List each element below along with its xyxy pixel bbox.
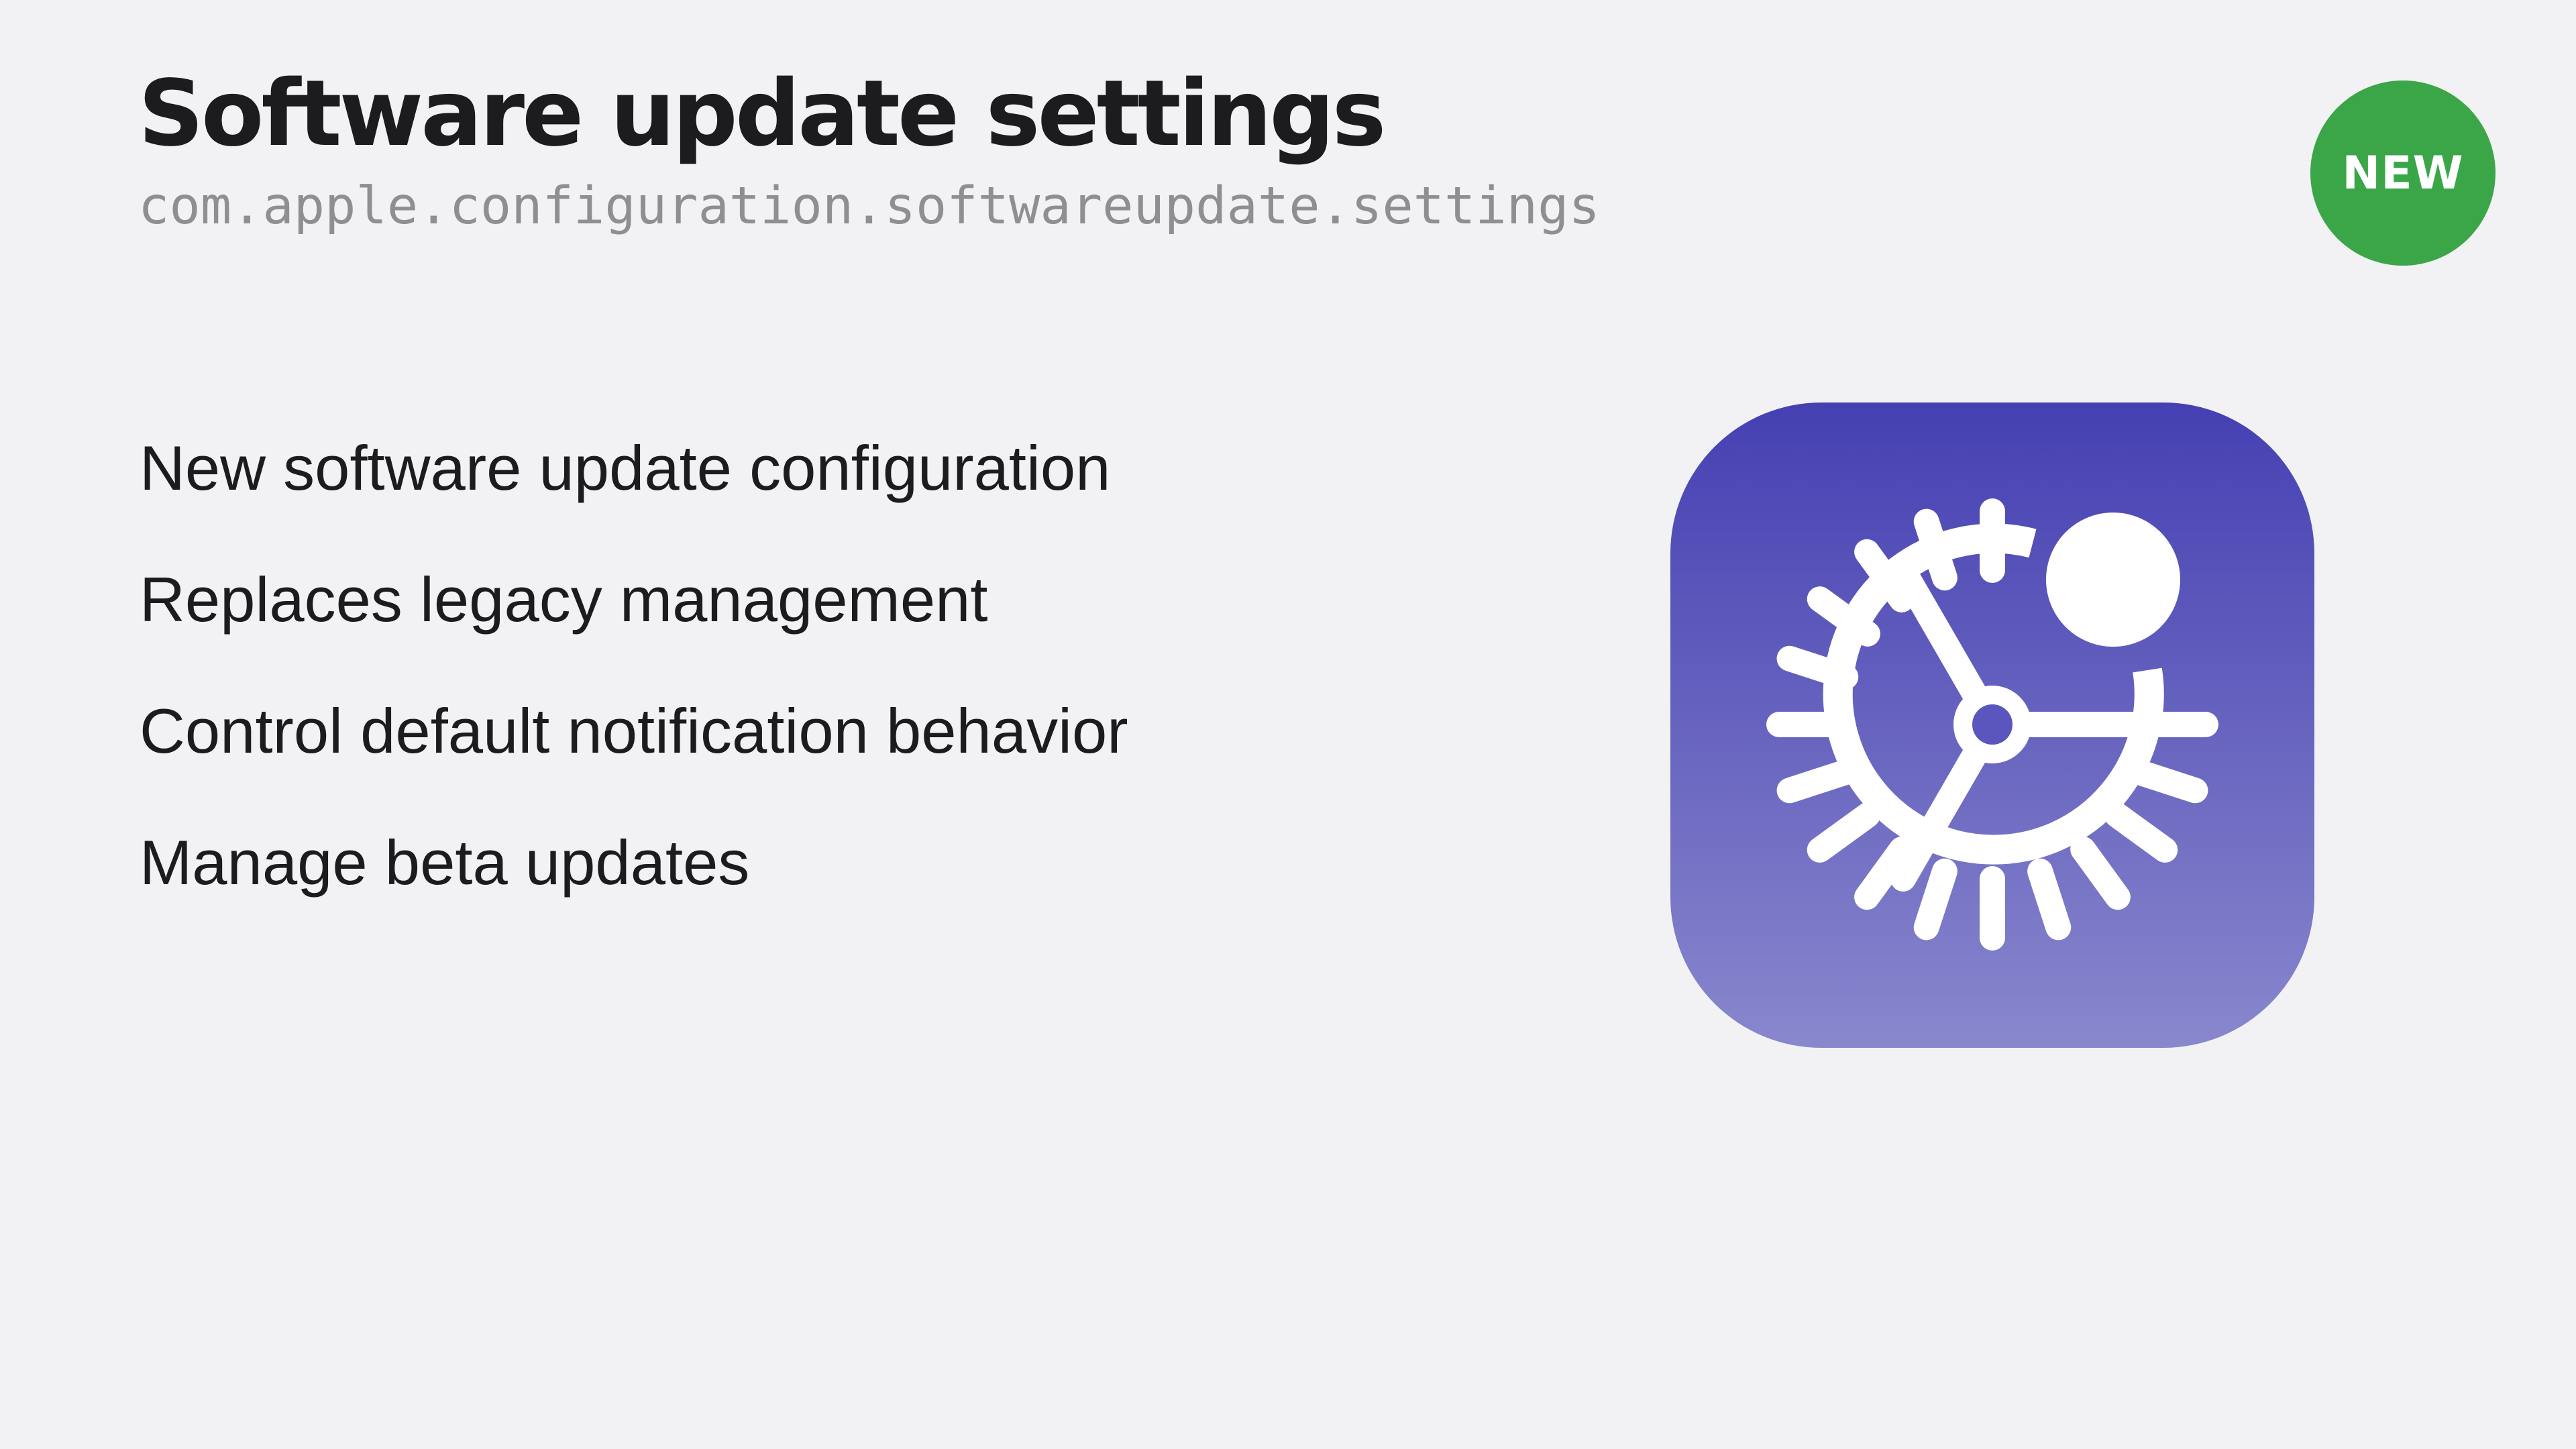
notification-dot-icon — [2046, 513, 2180, 647]
bullet-item: Replaces legacy management — [140, 564, 988, 635]
gear-tooth — [2027, 858, 2072, 941]
new-badge-label: NEW — [2342, 146, 2464, 200]
bullet-item: New software update configuration — [140, 433, 1111, 503]
payload-identifier: com.apple.configuration.softwareupdate.s… — [138, 176, 1600, 236]
gear-tooth — [1776, 759, 1859, 804]
bullet-list: New software update configuration Replac… — [140, 402, 1128, 928]
slide-title: Software update settings — [138, 61, 1386, 167]
bullet-item: Control default notification behavior — [140, 696, 1128, 766]
bullet-item: Manage beta updates — [140, 827, 750, 898]
gear-tooth — [1913, 858, 1957, 941]
software-update-settings-icon — [1670, 402, 2314, 1048]
new-badge: NEW — [2310, 80, 2496, 266]
slide: Software update settings com.apple.confi… — [0, 0, 2576, 1449]
gear-tooth — [2126, 759, 2208, 804]
